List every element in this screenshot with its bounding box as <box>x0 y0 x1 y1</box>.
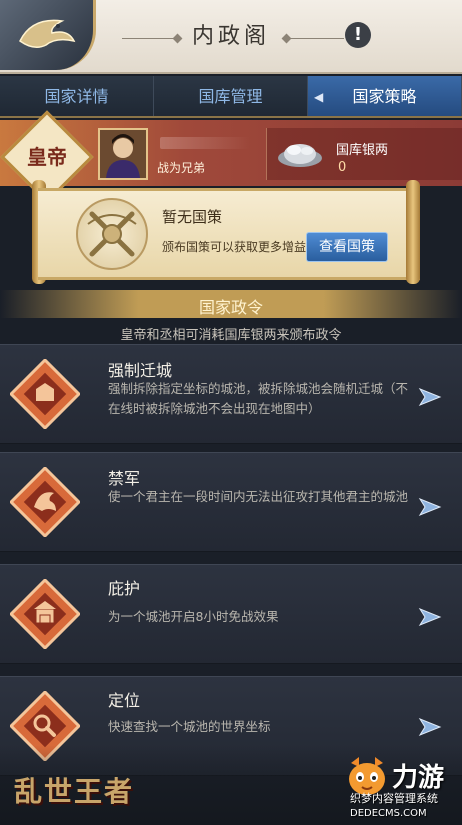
decree-item-imperial-guard[interactable]: 禁军 使一个君主在一段时间内无法出征攻打其他君主的城池 <box>0 452 462 552</box>
tab-label: 国家策略 <box>352 87 417 106</box>
decree-description: 使一个君主在一段时间内无法出征攻打其他君主的城池 <box>108 489 409 504</box>
send-arrow-icon <box>418 497 442 517</box>
relocate-icon <box>10 359 80 429</box>
emperor-avatar[interactable] <box>98 128 148 180</box>
page-title: 内政阁 <box>191 24 270 49</box>
decree-item-protection[interactable]: 庇护 为一个城池开启8小时免战效果 <box>0 564 462 664</box>
emperor-seal-label: 皇帝 <box>27 145 67 169</box>
decree-name: 定位 <box>108 691 141 710</box>
tab-country-details[interactable]: 国家详情 <box>0 76 154 116</box>
decree-name: 禁军 <box>108 469 141 488</box>
exclamation-icon: ! <box>353 24 363 45</box>
shield-gate-icon <box>10 579 80 649</box>
portrait-icon <box>100 130 146 178</box>
crossed-swords-icon <box>87 211 137 257</box>
policy-status-description: 颁布国策可以获取更多增益 <box>162 240 307 254</box>
decree-description: 强制拆除指定坐标的城池，被拆除城池会随机迁城（不在线时被拆除城池不会出现在地图中… <box>108 381 409 416</box>
griffin-icon <box>10 467 80 537</box>
chevron-left-icon: ◀ <box>314 90 324 104</box>
header-bar: 内政阁 ! <box>0 0 462 74</box>
tab-label: 国家详情 <box>44 87 109 106</box>
decree-name: 庇护 <box>108 579 141 598</box>
send-arrow-icon <box>418 717 442 737</box>
tab-country-strategy[interactable]: ◀ 国家策略 <box>308 76 462 116</box>
watermark-line2: DEDECMS.COM <box>350 808 427 819</box>
policy-status-title: 暂无国策 <box>162 208 223 226</box>
section-subtitle: 皇帝和丞相可消耗国库银两来颁布政令 <box>120 328 342 343</box>
game-logo-text: 乱世王者 <box>14 775 135 808</box>
treasury-silver-label: 国库银两 <box>336 143 389 158</box>
section-title: 国家政令 <box>198 298 263 317</box>
alliance-name: 战为兄弟 <box>157 161 206 175</box>
decree-name: 强制迁城 <box>108 361 173 380</box>
silver-ingot-icon <box>278 144 322 167</box>
decree-item-force-relocate[interactable]: 强制迁城 强制拆除指定坐标的城池，被拆除城池会随机迁城（不在线时被拆除城池不会出… <box>0 344 462 444</box>
view-policy-button[interactable]: 查看国策 <box>306 232 388 262</box>
tab-treasury[interactable]: 国库管理 <box>154 76 308 116</box>
watermark-line1: 织梦内容管理系统 <box>350 792 438 805</box>
tab-bar: 国家详情 国库管理 ◀ 国家策略 <box>0 76 462 118</box>
player-name-blurred <box>160 137 250 149</box>
help-button[interactable]: ! <box>345 22 371 48</box>
treasury-silver-value: 0 <box>338 160 347 175</box>
decree-description: 快速查找一个城池的世界坐标 <box>108 719 271 734</box>
scroll-rod-right <box>406 180 420 284</box>
decree-description: 为一个城池开启8小时免战效果 <box>108 609 279 624</box>
policy-emblem <box>76 198 148 270</box>
send-arrow-icon <box>418 607 442 627</box>
title-divider-right <box>288 38 344 39</box>
watermark-brand: 力游 <box>392 763 445 793</box>
tab-label: 国库管理 <box>198 87 263 106</box>
send-arrow-icon <box>418 387 442 407</box>
